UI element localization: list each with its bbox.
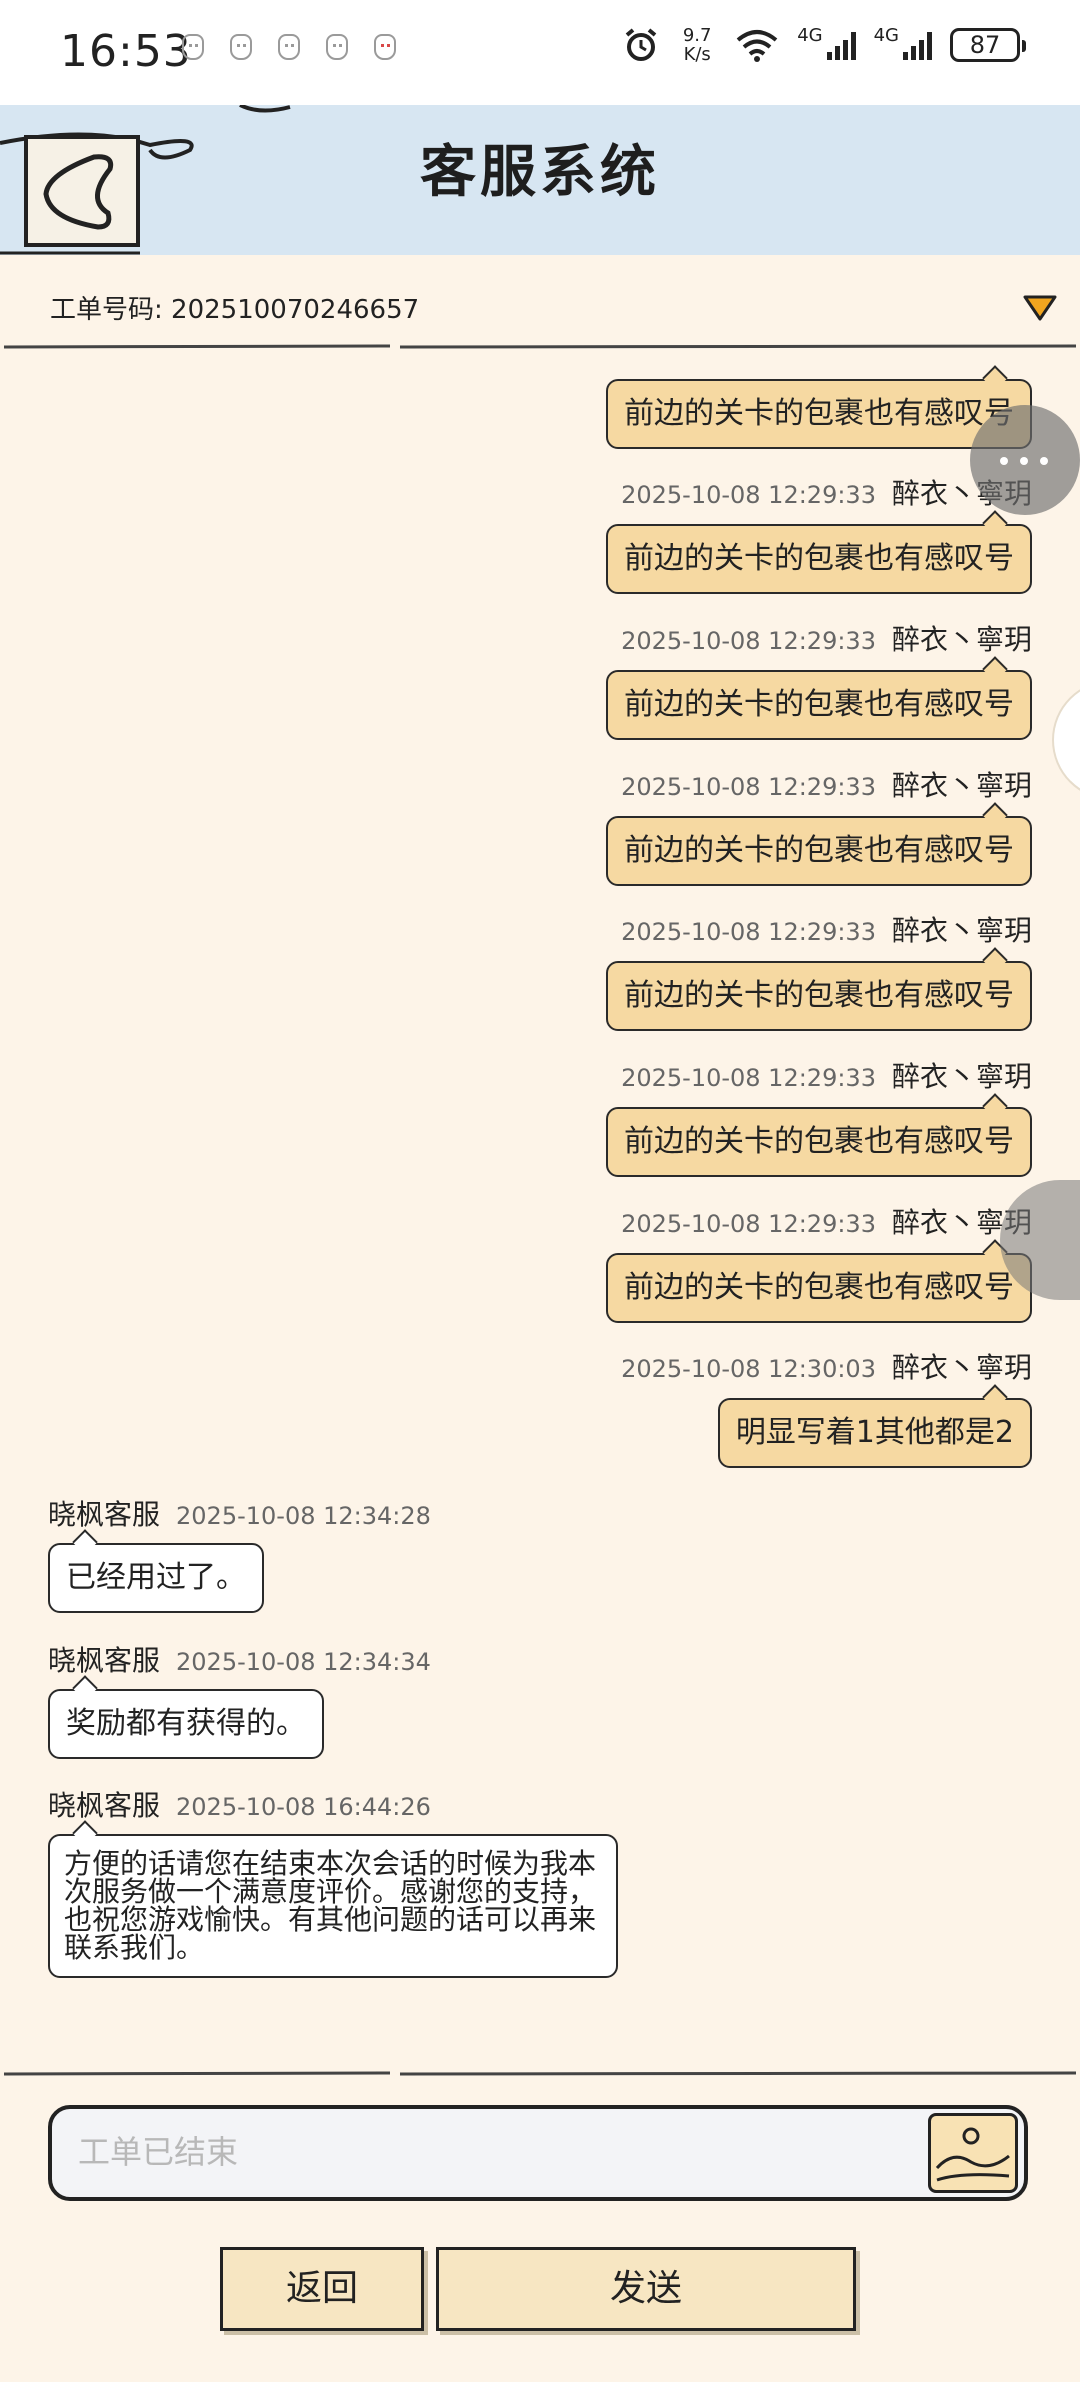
message-sender: 醉衣丶寧玥 [891,914,1032,947]
message-meta: 2025-10-08 12:29:33 醉衣丶寧玥 [606,764,1032,802]
send-button[interactable]: 发送 [436,2247,856,2331]
message-bubble: 前边的关卡的包裹也有感叹号 [606,816,1032,886]
message-meta: 2025-10-08 12:29:33 醉衣丶寧玥 [606,1055,1032,1093]
message-time: 2025-10-08 12:34:28 [176,1502,431,1530]
network-type-label: 4G [873,24,899,46]
message-incoming: 晓枫客服 2025-10-08 12:34:34 奖励都有获得的。 [48,1639,431,1759]
message-bubble: 明显写着1其他都是2 [717,1398,1032,1468]
input-placeholder: 工单已结束 [78,2133,239,2171]
message-meta: 2025-10-08 12:29:33 醉衣丶寧玥 [606,618,1032,656]
more-dots-icon[interactable] [970,405,1080,515]
page-title: 客服系统 [420,140,660,205]
message-bubble: 前边的关卡的包裹也有感叹号 [606,524,1032,594]
message-sender: 晓枫客服 [48,1789,161,1822]
message-sender: 醉衣丶寧玥 [891,623,1032,656]
message-outgoing: 2025-10-08 12:29:33 醉衣丶寧玥 前边的关卡的包裹也有感叹号 [606,618,1032,740]
notification-icon [326,34,348,60]
message-meta: 晓枫客服 2025-10-08 12:34:34 [48,1639,431,1677]
message-time: 2025-10-08 12:29:33 [621,1210,876,1238]
message-meta: 2025-10-08 12:29:33 醉衣丶寧玥 [606,909,1032,947]
divider [3,2071,1077,2076]
message-time: 2025-10-08 12:29:33 [621,627,876,655]
message-incoming: 晓枫客服 2025-10-08 12:34:28 已经用过了。 [48,1493,431,1613]
image-upload-icon [935,2127,1010,2182]
divider [3,344,1077,349]
message-outgoing: 2025-10-08 12:29:33 醉衣丶寧玥 前边的关卡的包裹也有感叹号 [606,1055,1032,1177]
message-time: 2025-10-08 16:44:26 [176,1793,431,1821]
notification-icon [374,34,396,60]
message-sender: 醉衣丶寧玥 [891,1060,1032,1093]
message-outgoing: 2025-10-08 12:29:33 醉衣丶寧玥 前边的关卡的包裹也有感叹号 [606,472,1032,594]
message-outgoing: 2025-10-08 12:30:03 醉衣丶寧玥 明显写着1其他都是2 [621,1346,1032,1468]
message-input[interactable]: 工单已结束 [48,2105,1028,2201]
message-bubble: 前边的关卡的包裹也有感叹号 [606,961,1032,1031]
signal-icon [826,30,856,60]
message-time: 2025-10-08 12:29:33 [621,918,876,946]
message-bubble: 前边的关卡的包裹也有感叹号 [606,379,1032,449]
message-list: 前边的关卡的包裹也有感叹号 2025-10-08 12:29:33 醉衣丶寧玥 … [0,355,1080,2065]
message-incoming: 晓枫客服 2025-10-08 16:44:26 方便的话请您在结束本次会话的时… [48,1784,618,1978]
notification-icon [230,34,252,60]
message-time: 2025-10-08 12:29:33 [621,773,876,801]
dropdown-triangle-icon[interactable] [1022,293,1058,323]
message-outgoing: 2025-10-08 12:29:33 醉衣丶寧玥 前边的关卡的包裹也有感叹号 [606,909,1032,1031]
return-button[interactable]: 返回 [220,2247,424,2331]
status-indicators: 9.7 K/s 4G 4G 87 [623,24,1026,64]
message-time: 2025-10-08 12:29:33 [621,1064,876,1092]
signal-icon [903,30,932,60]
notification-icons [182,34,396,60]
image-upload-button[interactable] [928,2113,1018,2193]
ticket-bar: 工单号码: 202510070246657 [0,255,1080,350]
message-sender: 醉衣丶寧玥 [891,769,1032,802]
message-sender: 醉衣丶寧玥 [891,1351,1032,1384]
message-bubble: 已经用过了。 [48,1543,264,1613]
message-outgoing: 前边的关卡的包裹也有感叹号 [606,379,1032,449]
message-time: 2025-10-08 12:34:34 [176,1648,431,1676]
ticket-number: 工单号码: 202510070246657 [50,289,419,326]
header: 客服系统 [0,105,1080,255]
message-bubble: 前边的关卡的包裹也有感叹号 [606,1107,1032,1177]
battery-icon: 87 [950,28,1026,62]
message-outgoing: 2025-10-08 12:29:33 醉衣丶寧玥 前边的关卡的包裹也有感叹号 [606,764,1032,886]
net-speed-unit: K/s [683,44,711,65]
net-speed-value: 9.7 [682,25,712,46]
notification-icon [278,34,300,60]
network-type-label: 4G [797,24,823,46]
status-bar: 16:53 9.7 K/s 4G 4G 87 [0,0,1080,105]
message-meta: 晓枫客服 2025-10-08 16:44:26 [48,1784,618,1822]
message-sender: 晓枫客服 [48,1498,161,1531]
ticket-number-value: 202510070246657 [171,295,420,325]
notification-icon [182,34,204,60]
net-speed: 9.7 K/s [677,26,717,64]
message-time: 2025-10-08 12:30:03 [621,1355,876,1383]
wifi-icon [736,30,778,62]
message-time: 2025-10-08 12:29:33 [621,481,876,509]
status-time: 16:53 [60,26,192,77]
message-meta: 2025-10-08 12:30:03 醉衣丶寧玥 [621,1346,1032,1384]
message-meta: 2025-10-08 12:29:33 醉衣丶寧玥 [606,1201,1032,1239]
message-meta: 2025-10-08 12:29:33 醉衣丶寧玥 [606,472,1032,510]
message-bubble: 前边的关卡的包裹也有感叹号 [606,1253,1032,1323]
message-bubble: 前边的关卡的包裹也有感叹号 [606,670,1032,740]
message-sender: 晓枫客服 [48,1644,161,1677]
ticket-label: 工单号码: [50,295,163,325]
alarm-icon [625,28,657,61]
message-outgoing: 2025-10-08 12:29:33 醉衣丶寧玥 前边的关卡的包裹也有感叹号 [606,1201,1032,1323]
message-bubble: 方便的话请您在结束本次会话的时候为我本次服务做一个满意度评价。感谢您的支持，也祝… [48,1834,618,1978]
message-bubble: 奖励都有获得的。 [48,1689,324,1759]
message-meta: 晓枫客服 2025-10-08 12:34:28 [48,1493,431,1531]
